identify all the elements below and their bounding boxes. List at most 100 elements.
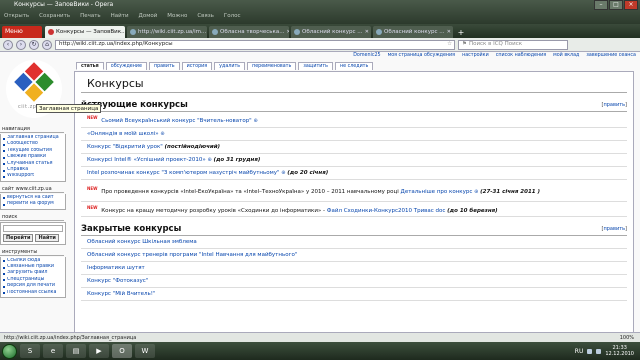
tab-move[interactable]: переименовать [247, 62, 297, 70]
browser-tab[interactable]: Обласний конкурс ... ✕ [291, 26, 371, 38]
contest-note: (до 10 березня) [447, 207, 498, 214]
list-item: Конкурс "Фотоказус" [81, 275, 627, 289]
list-item: Intel розпочинає конкурс "З комп'ютером … [81, 167, 627, 180]
tab-edit[interactable]: править [148, 62, 180, 70]
favicon-icon [212, 29, 218, 35]
watchlist-link[interactable]: список наблюдения [496, 53, 546, 58]
taskbar: S e ▤ ▶ O W RU 21:33 12.12.2010 [0, 342, 640, 360]
new-badge: NEW [87, 185, 98, 191]
contest-link[interactable]: Конкурс "Мій Вчитель!" [87, 291, 156, 297]
contest-link[interactable]: Обласний конкурс Шкільная эмблема [87, 239, 197, 245]
wiki-search-input[interactable] [3, 224, 63, 232]
tab-label: Конкурсы — ЗаповВик... [56, 29, 125, 35]
sidebar-item[interactable]: Постоянная ссылка [3, 290, 63, 296]
logout-link[interactable]: завершение сеанса [586, 53, 636, 58]
tab-unwatch[interactable]: не следить [334, 62, 374, 70]
external-link-icon: ⊕ [207, 156, 212, 163]
contest-link[interactable]: Обласний конкурс тренерів програми "Inte… [87, 252, 297, 258]
sidebar-item[interactable]: перейти на форум [3, 201, 63, 207]
toolbar-item[interactable]: Можно [167, 13, 187, 19]
navigation-portlet: навигация Заглавная страница Сообщество … [0, 126, 70, 182]
tab-label: Обласна творчеська... [220, 29, 285, 35]
tab-history[interactable]: история [181, 62, 213, 70]
contest-note: (до 20 січня) [287, 169, 329, 176]
ghost-toolbar: Открыть Сохранить Печать Найти Домой Мож… [4, 13, 241, 19]
search-engine-icon: ⚑ [462, 41, 467, 47]
contributions-link[interactable]: мой вклад [553, 53, 579, 58]
explorer-icon[interactable]: e [43, 344, 63, 358]
browser-tab[interactable]: Обласний конкурс ... ✕ [373, 26, 453, 38]
url-field[interactable]: http://wiki.ciit.zp.ua/index.php/Конкурс… [55, 39, 455, 50]
contest-link[interactable]: Конкурсі Intel® «Успішний проект-2010» [87, 157, 206, 163]
logo-diamond-icon [14, 62, 54, 102]
favicon-icon [48, 29, 54, 35]
list-item: Конкурс "Мій Вчитель!" [81, 288, 627, 302]
opera-icon[interactable]: O [112, 344, 132, 358]
toolbar-item[interactable]: Печать [80, 13, 101, 19]
close-tab-icon[interactable]: ✕ [365, 26, 371, 38]
toolbar-item[interactable]: Сохранить [39, 13, 70, 19]
zoom-level[interactable]: 100% [620, 335, 640, 341]
opera-menu-button[interactable]: Меню [2, 26, 42, 38]
talk-link[interactable]: моя страница обсуждения [388, 53, 455, 58]
toolbar-item[interactable]: Найти [111, 13, 129, 19]
language-indicator[interactable]: RU [575, 348, 584, 355]
external-link-icon: ⊕ [281, 169, 286, 176]
find-button[interactable]: Найти [35, 233, 59, 242]
bookmark-icon[interactable]: ☆ [447, 40, 454, 49]
toolbar-item[interactable]: Домой [139, 13, 158, 19]
list-item: NEW Конкурс на кращу методичну розробку … [81, 202, 627, 218]
forward-icon[interactable]: › [16, 39, 26, 50]
maximize-button[interactable]: □ [609, 0, 623, 10]
contest-link[interactable]: Інформатики шутят [87, 265, 145, 271]
toolbar-item[interactable]: Открыть [4, 13, 29, 19]
contest-link[interactable]: Конкурс "Відкритий урок" [87, 144, 163, 150]
minimize-button[interactable]: – [594, 0, 608, 10]
sidebar-item[interactable]: Wiksupport [3, 173, 63, 179]
contest-link[interactable]: Детальніше про конкурс [401, 189, 473, 195]
tab-protect[interactable]: защитить [298, 62, 333, 70]
browser-tab[interactable]: http://wiki.ciit.zp.ua/im... ✕ [127, 26, 207, 38]
word-icon[interactable]: W [135, 344, 155, 358]
address-bar: ‹ › ↻ ⌂ http://wiki.ciit.zp.ua/index.php… [0, 38, 640, 52]
contest-link[interactable]: Файл Сходинки-Конкурс2010 Тривас doc [327, 207, 446, 213]
toolbar-item[interactable]: Голос [224, 13, 241, 19]
web-page: Domenic25 моя страница обсуждения настро… [0, 52, 640, 332]
folder-icon[interactable]: ▤ [66, 344, 86, 358]
start-button[interactable] [2, 343, 17, 359]
back-icon[interactable]: ‹ [3, 39, 13, 50]
browser-tab[interactable]: Конкурсы — ЗаповВик... ✕ [45, 26, 125, 38]
search-field[interactable]: ⚑ Поиск в ICQ Поиск [458, 39, 568, 50]
reload-icon[interactable]: ↻ [29, 39, 39, 50]
close-tab-icon[interactable]: ✕ [286, 26, 289, 38]
list-item: NEW Сьомий Всеукраїнський конкурс "Вчите… [81, 112, 627, 128]
section-edit-link[interactable]: править [603, 226, 625, 232]
user-link[interactable]: Domenic25 [353, 53, 380, 58]
tab-discussion[interactable]: обсуждение [105, 62, 147, 70]
contest-link[interactable]: «Онляндія в моїй школі» [87, 131, 159, 137]
close-tab-icon[interactable]: ✕ [447, 26, 453, 38]
contest-link[interactable]: Intel розпочинає конкурс "З комп'ютером … [87, 170, 280, 176]
network-icon[interactable] [587, 348, 593, 354]
volume-icon[interactable] [596, 348, 602, 354]
portlet-title: навигация [0, 126, 64, 133]
media-player-icon[interactable]: ▶ [89, 344, 109, 358]
list-item: Інформатики шутят [81, 262, 627, 276]
go-button[interactable]: Перейти [3, 233, 34, 242]
home-icon[interactable]: ⌂ [42, 39, 52, 50]
contest-link[interactable]: Конкурс "Фотоказус" [87, 278, 148, 284]
clock[interactable]: 21:33 12.12.2010 [605, 345, 634, 357]
tab-article[interactable]: статья [76, 62, 104, 70]
contest-link[interactable]: Сьомий Всеукраїнський конкурс "Вчитель-н… [101, 118, 251, 124]
page-title: Конкурсы [81, 72, 627, 93]
tab-delete[interactable]: удалить [214, 62, 246, 70]
toolbar-item[interactable]: Связь [197, 13, 214, 19]
preferences-link[interactable]: настройки [462, 53, 489, 58]
new-tab-button[interactable]: + [455, 28, 467, 38]
close-button[interactable]: × [624, 0, 638, 10]
browser-tab[interactable]: Обласна творчеська... ✕ [209, 26, 289, 38]
section-edit-link[interactable]: править [603, 102, 625, 108]
clock-date: 12.12.2010 [605, 351, 634, 357]
section-heading-closed: Закрытые конкурсы [править] [81, 217, 627, 237]
skype-icon[interactable]: S [20, 344, 40, 358]
